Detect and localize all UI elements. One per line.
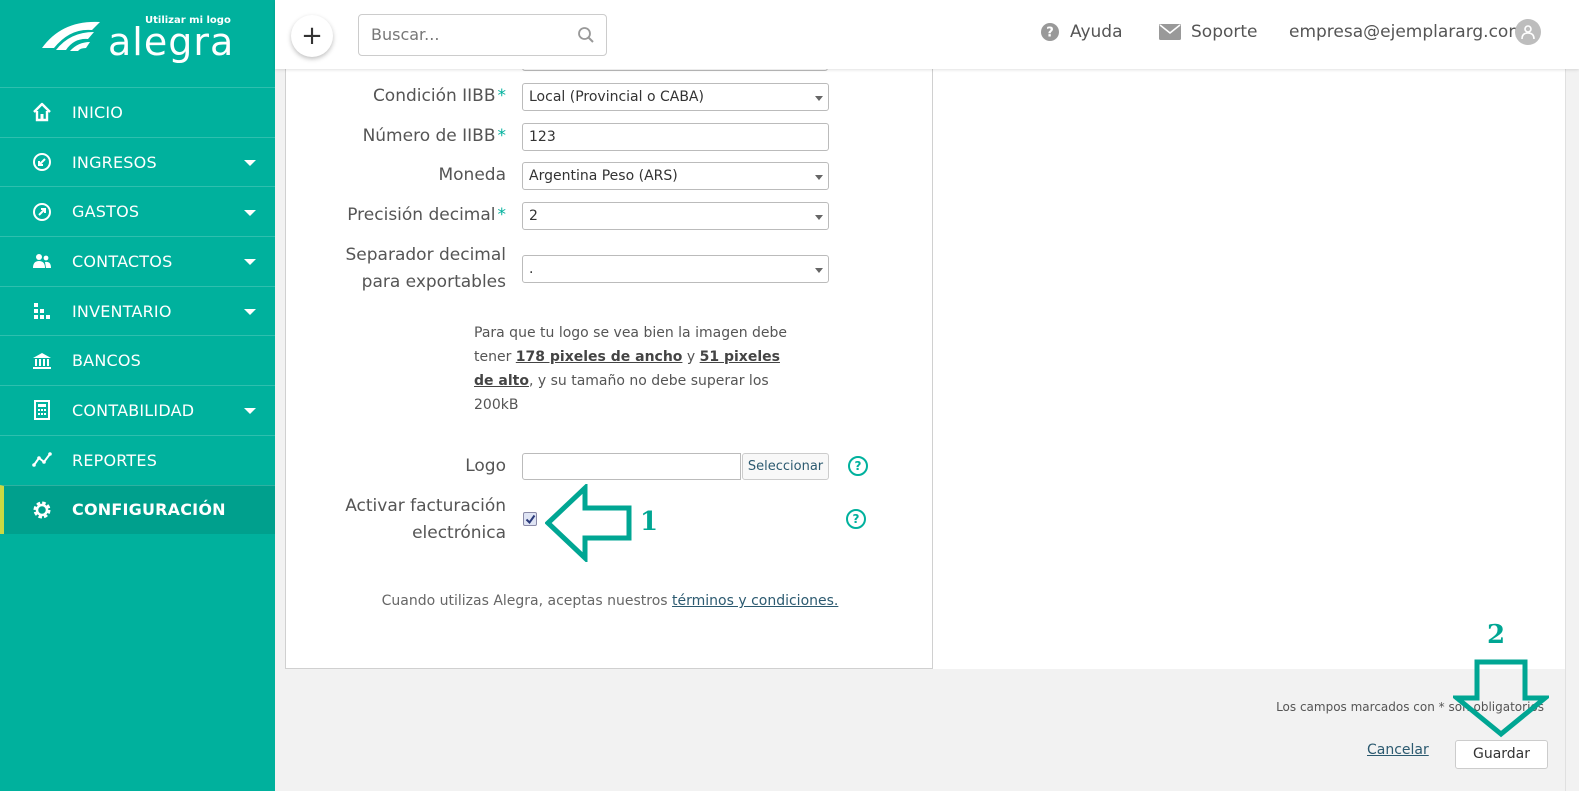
currency-label: Moneda bbox=[438, 165, 506, 185]
main-content: Condición IIBB * Local (Provincial o CABA… bbox=[275, 65, 1579, 791]
logo-size-note: Para que tu logo se vea bien la imagen d… bbox=[474, 325, 788, 413]
add-new-button[interactable]: + bbox=[291, 15, 333, 57]
user-avatar-icon[interactable] bbox=[1515, 19, 1541, 45]
annotation-arrow-down-icon bbox=[1453, 659, 1549, 738]
sidebar-item-label: CONTABILIDAD bbox=[72, 400, 195, 420]
right-panel bbox=[933, 69, 1565, 669]
save-button[interactable]: Guardar bbox=[1455, 740, 1548, 769]
sidebar-item-label: INGRESOS bbox=[72, 152, 157, 172]
terms-text: Cuando utilizas Alegra, aceptas nuestros… bbox=[381, 593, 839, 609]
currency-select[interactable]: Argentina Peso (ARS) bbox=[522, 162, 829, 190]
chevron-down-icon bbox=[244, 259, 256, 266]
help-label: Ayuda bbox=[1070, 22, 1123, 42]
reports-icon bbox=[31, 449, 53, 471]
e-invoice-label: Activar facturación bbox=[345, 496, 506, 516]
sidebar-item-label: REPORTES bbox=[72, 450, 158, 470]
sidebar-item-bancos[interactable]: BANCOS bbox=[0, 335, 275, 385]
sidebar-item-label: CONFIGURACIÓN bbox=[72, 500, 226, 520]
currency-value: Argentina Peso (ARS) bbox=[529, 168, 678, 184]
support-link[interactable]: Soporte bbox=[1159, 22, 1258, 42]
annotation-step-1: 1 bbox=[640, 507, 659, 537]
decimal-precision-value: 2 bbox=[529, 208, 538, 224]
cancel-button[interactable]: Cancelar bbox=[1367, 742, 1429, 758]
contacts-icon bbox=[31, 250, 53, 272]
sidebar-item-inicio[interactable]: INICIO bbox=[0, 87, 275, 137]
sidebar-item-label: BANCOS bbox=[72, 351, 142, 371]
search-icon[interactable] bbox=[577, 26, 595, 44]
annotation-arrow-left-icon bbox=[545, 484, 632, 562]
chevron-down-icon bbox=[244, 309, 256, 316]
search-box bbox=[358, 14, 607, 56]
iibb-condition-label: Condición IIBB * bbox=[372, 86, 506, 106]
checkmark-icon bbox=[525, 514, 535, 524]
top-bar: + ? Ayuda Soporte empresa@ejemplararg.co… bbox=[275, 0, 1579, 69]
chevron-down-icon bbox=[244, 408, 256, 415]
alegra-logo-icon bbox=[42, 21, 100, 51]
decimal-separator-label: Separador decimal bbox=[345, 245, 506, 265]
sidebar-item-ingresos[interactable]: INGRESOS bbox=[0, 136, 275, 187]
select-logo-button[interactable]: Seleccionar bbox=[742, 453, 829, 480]
gear-icon bbox=[31, 499, 53, 521]
logo-width-text: 178 pixeles de ancho bbox=[515, 349, 683, 365]
brand-logo[interactable]: Utilizar mi logo alegra bbox=[0, 0, 275, 88]
iibb-condition-value: Local (Provincial o CABA) bbox=[529, 89, 704, 105]
decimal-precision-select[interactable]: 2 bbox=[522, 202, 829, 230]
home-icon bbox=[31, 101, 53, 123]
logo-file-input[interactable] bbox=[522, 453, 741, 480]
e-invoice-checkbox[interactable] bbox=[523, 512, 537, 526]
envelope-icon bbox=[1159, 24, 1181, 40]
iibb-condition-select[interactable]: Local (Provincial o CABA) bbox=[522, 83, 829, 111]
chevron-down-icon bbox=[244, 160, 256, 167]
support-label: Soporte bbox=[1191, 22, 1258, 42]
inventory-icon bbox=[31, 300, 53, 322]
e-invoice-help-icon[interactable]: ? bbox=[846, 509, 866, 529]
sidebar-item-label: GASTOS bbox=[72, 202, 140, 222]
e-invoice-label-2: electrónica bbox=[412, 523, 506, 543]
iibb-number-input[interactable]: 123 bbox=[522, 123, 829, 151]
chevron-down-icon bbox=[815, 175, 823, 180]
user-email[interactable]: empresa@ejemplararg.com bbox=[1289, 22, 1525, 42]
terms-link[interactable]: términos y condiciones. bbox=[672, 593, 838, 609]
sidebar-item-label: INICIO bbox=[72, 102, 124, 122]
decimal-separator-value: . bbox=[529, 261, 534, 277]
sidebar-item-label: INVENTARIO bbox=[72, 301, 172, 321]
question-circle-icon: ? bbox=[1041, 23, 1059, 41]
iibb-number-label: Número de IIBB * bbox=[362, 126, 506, 146]
annotation-step-2: 2 bbox=[1487, 620, 1506, 650]
sidebar-item-gastos[interactable]: GASTOS bbox=[0, 186, 275, 236]
alegra-wordmark: alegra bbox=[108, 20, 235, 64]
sidebar-item-reportes[interactable]: REPORTES bbox=[0, 434, 275, 485]
decimal-separator-select[interactable]: . bbox=[522, 255, 829, 283]
sidebar-item-contabilidad[interactable]: CONTABILIDAD bbox=[0, 385, 275, 435]
sidebar-nav: INICIO INGRESOS GASTOS CONTACTOS INVENTA… bbox=[0, 87, 275, 535]
chevron-down-icon bbox=[815, 268, 823, 273]
svg-text:?: ? bbox=[1046, 26, 1054, 41]
chevron-down-icon bbox=[244, 209, 256, 216]
bank-icon bbox=[31, 350, 53, 372]
accounting-icon bbox=[31, 399, 53, 421]
expenses-icon bbox=[31, 201, 53, 223]
chevron-down-icon bbox=[815, 215, 823, 220]
sidebar-item-inventario[interactable]: INVENTARIO bbox=[0, 285, 275, 336]
logo-label: Logo bbox=[465, 456, 506, 476]
search-input[interactable] bbox=[371, 25, 571, 44]
scrollbar-track[interactable] bbox=[1565, 69, 1566, 791]
chevron-down-icon bbox=[815, 96, 823, 101]
logo-help-icon[interactable]: ? bbox=[848, 456, 868, 476]
help-link[interactable]: ? Ayuda bbox=[1040, 22, 1123, 42]
sidebar: Utilizar mi logo alegra INICIO INGRESOS bbox=[0, 0, 275, 791]
income-icon bbox=[31, 151, 53, 173]
decimal-separator-label-2: para exportables bbox=[361, 272, 506, 292]
sidebar-item-contactos[interactable]: CONTACTOS bbox=[0, 236, 275, 286]
sidebar-item-configuracion[interactable]: CONFIGURACIÓN bbox=[0, 484, 275, 535]
decimal-precision-label: Precisión decimal * bbox=[347, 205, 506, 225]
sidebar-item-label: CONTACTOS bbox=[72, 251, 173, 271]
company-settings-card: Condición IIBB * Local (Provincial o CABA… bbox=[285, 65, 933, 669]
